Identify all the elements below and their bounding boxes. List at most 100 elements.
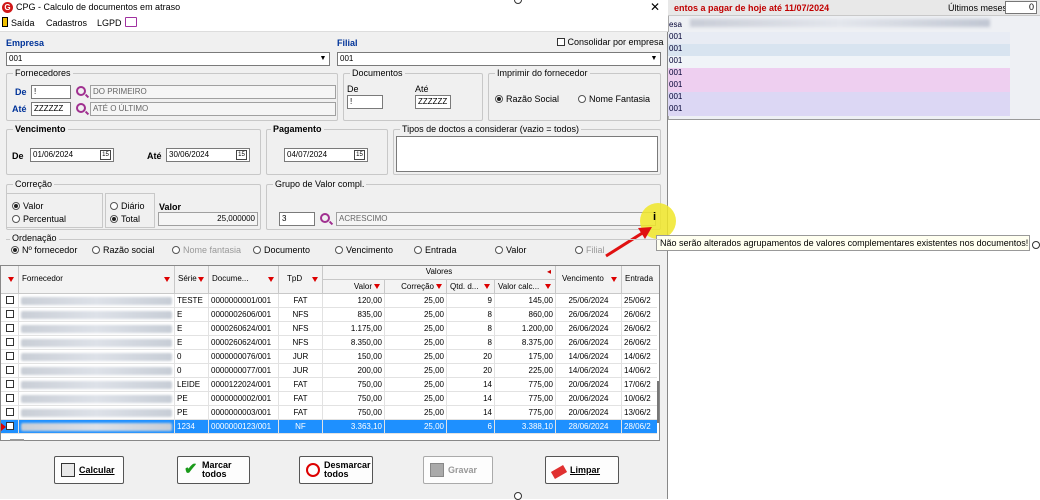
menu-saida[interactable]: Saída <box>11 18 35 28</box>
documento-ate-input[interactable]: ZZZZZZ <box>415 95 451 109</box>
correcao-total-radio[interactable]: Total <box>110 214 140 224</box>
cell-calc: 8.375,00 <box>495 336 556 350</box>
grid-header-vencimento[interactable]: Vencimento <box>556 266 622 294</box>
months-input[interactable]: 0 <box>1005 1 1037 14</box>
table-row[interactable]: PE 0000000002/001 FAT 750,00 25,00 14 775,00 20… <box>1 392 657 406</box>
collapse-icon[interactable]: ◂ <box>547 267 551 276</box>
cell-tpd: JUR <box>279 350 323 364</box>
imprimir-razao-radio[interactable]: Razão Social <box>495 94 559 104</box>
calendar-icon[interactable]: 15 <box>100 150 111 160</box>
ordenacao-option-0[interactable]: Nº fornecedor <box>11 245 77 255</box>
search-icon[interactable] <box>76 86 86 96</box>
filter-icon[interactable] <box>164 277 170 282</box>
grid-header-entrada[interactable]: Entrada <box>622 266 659 294</box>
checkbox-icon[interactable] <box>5 422 14 430</box>
table-row[interactable]: E 0000002606/001 NFS 835,00 25,00 8 860,00 26/0… <box>1 308 657 322</box>
grid-scrollbar[interactable] <box>657 381 659 423</box>
checkbox-icon[interactable] <box>5 394 14 402</box>
row-checkbox[interactable] <box>1 392 19 406</box>
row-checkbox[interactable] <box>1 350 19 364</box>
monitor-icon[interactable] <box>125 17 137 27</box>
table-row[interactable]: E 0000260624/001 NFS 1.175,00 25,00 8 1.200,00… <box>1 322 657 336</box>
grid-header-qtd[interactable]: Qtd. d... <box>447 280 495 294</box>
ordenacao-option-4[interactable]: Vencimento <box>335 245 393 255</box>
search-icon[interactable] <box>320 213 330 223</box>
menu-cadastros[interactable]: Cadastros <box>46 18 87 28</box>
marcar-todos-button[interactable]: ✔ Marcar todos <box>177 456 250 484</box>
desmarcar-todos-button[interactable]: Desmarcar todos <box>299 456 373 484</box>
correcao-valor-radio[interactable]: Valor <box>12 201 43 211</box>
consolidar-checkbox[interactable]: Consolidar por empresa <box>557 37 664 47</box>
grid-header-correcao[interactable]: Correção <box>385 280 447 294</box>
calcular-button[interactable]: Calcular <box>54 456 124 484</box>
row-checkbox[interactable] <box>1 336 19 350</box>
vencimento-de-input[interactable]: 01/06/2024 15 <box>30 148 114 162</box>
table-row[interactable]: 1234 0000000123/001 NF 3.363,10 25,00 6 3.388,… <box>1 420 657 434</box>
checkbox-icon[interactable] <box>5 310 14 318</box>
documento-de-input[interactable]: ! <box>347 95 383 109</box>
grid-header-valor-calc[interactable]: Valor calc... <box>495 280 556 294</box>
row-checkbox[interactable] <box>1 322 19 336</box>
grid-header-serie[interactable]: Série <box>175 266 209 294</box>
correcao-percentual-radio[interactable]: Percentual <box>12 214 66 224</box>
table-row[interactable]: 0 0000000077/001 JUR 200,00 25,00 20 225,00 14/… <box>1 364 657 378</box>
filter-icon[interactable] <box>545 284 551 289</box>
calendar-icon[interactable]: 15 <box>354 150 365 160</box>
close-button[interactable]: ✕ <box>650 0 660 14</box>
grid-header-valor[interactable]: Valor <box>323 280 385 294</box>
filter-icon[interactable] <box>611 277 617 282</box>
checkbox-icon[interactable] <box>5 366 14 374</box>
table-row[interactable]: TESTE 0000000001/001 FAT 120,00 25,00 9 145,00… <box>1 294 657 308</box>
pagamento-input[interactable]: 04/07/2024 15 <box>284 148 368 162</box>
checkbox-icon[interactable] <box>5 408 14 416</box>
empresa-select[interactable]: 001 ▼ <box>6 52 330 66</box>
grid-header-fornecedor[interactable]: Fornecedor <box>19 266 175 294</box>
row-checkbox[interactable] <box>1 364 19 378</box>
filter-icon[interactable] <box>436 284 442 289</box>
row-checkbox[interactable] <box>1 294 19 308</box>
ordenacao-option-2[interactable]: Nome fantasia <box>172 245 241 255</box>
checkbox-icon[interactable] <box>5 324 14 332</box>
grid-header-tpd[interactable]: TpD <box>279 266 323 294</box>
resize-handle[interactable] <box>1032 241 1040 249</box>
fornecedor-de-input[interactable]: ! <box>31 85 71 99</box>
table-row[interactable]: E 0000260624/001 NFS 8.350,00 25,00 8 8.375,00… <box>1 336 657 350</box>
grupo-code-input[interactable]: 3 <box>279 212 315 226</box>
gravar-button[interactable]: Gravar <box>423 456 493 484</box>
checkbox-icon[interactable] <box>5 380 14 388</box>
filter-icon[interactable] <box>8 277 14 282</box>
checkbox-icon[interactable] <box>5 352 14 360</box>
row-checkbox[interactable] <box>1 406 19 420</box>
table-row[interactable]: PE 0000000003/001 FAT 750,00 25,00 14 775,00 20… <box>1 406 657 420</box>
ordenacao-option-5[interactable]: Entrada <box>414 245 457 255</box>
vencimento-ate-input[interactable]: 30/06/2024 15 <box>166 148 250 162</box>
tipos-textarea[interactable] <box>396 136 658 172</box>
row-checkbox[interactable] <box>1 308 19 322</box>
filial-select[interactable]: 001 ▼ <box>337 52 661 66</box>
fornecedor-ate-input[interactable]: ZZZZZZ <box>31 102 71 116</box>
ordenacao-option-1[interactable]: Razão social <box>92 245 155 255</box>
search-icon[interactable] <box>76 103 86 113</box>
limpar-button[interactable]: Limpar <box>545 456 619 484</box>
calendar-icon[interactable]: 15 <box>236 150 247 160</box>
filter-icon[interactable] <box>268 277 274 282</box>
row-checkbox[interactable] <box>1 378 19 392</box>
table-row[interactable]: LEIDE 0000122024/001 FAT 750,00 25,00 14 775,0… <box>1 378 657 392</box>
background-row: 001 <box>668 92 1010 104</box>
filter-icon[interactable] <box>312 277 318 282</box>
radio-icon <box>12 202 20 210</box>
filter-icon[interactable] <box>198 277 204 282</box>
filter-icon[interactable] <box>374 284 380 289</box>
ordenacao-option-3[interactable]: Documento <box>253 245 310 255</box>
filter-icon[interactable] <box>484 284 490 289</box>
menu-lgpd[interactable]: LGPD <box>97 18 122 28</box>
table-row[interactable]: 0 0000000076/001 JUR 150,00 25,00 20 175,00 14/… <box>1 350 657 364</box>
grid-header-documento[interactable]: Docume... <box>209 266 279 294</box>
checkbox-icon[interactable] <box>5 296 14 304</box>
ordenacao-option-7[interactable]: Filial <box>575 245 605 255</box>
checkbox-icon[interactable] <box>5 338 14 346</box>
ordenacao-option-6[interactable]: Valor <box>495 245 526 255</box>
imprimir-fantasia-radio[interactable]: Nome Fantasia <box>578 94 650 104</box>
correcao-valor-input[interactable]: 25,000000 <box>158 212 258 226</box>
correcao-diario-radio[interactable]: Diário <box>110 201 145 211</box>
